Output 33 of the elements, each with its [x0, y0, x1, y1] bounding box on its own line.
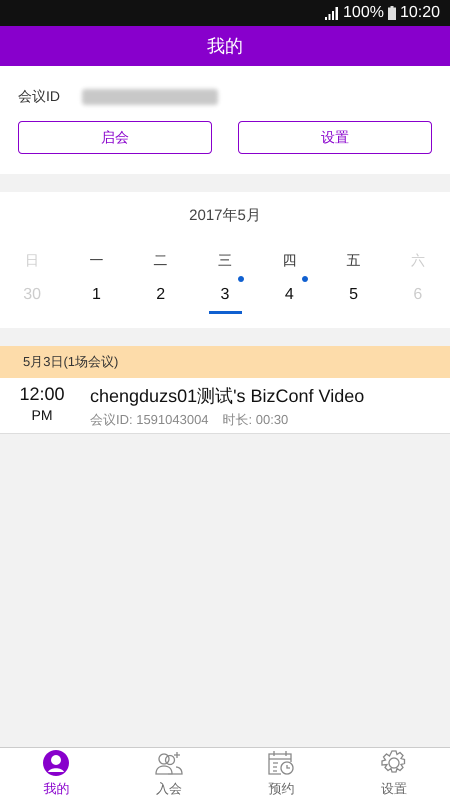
- weekday-label: 一: [88, 251, 104, 270]
- meeting-id: 会议ID: 1591043004: [90, 411, 209, 429]
- signal-icon: [325, 6, 340, 20]
- outline-button[interactable]: 设置: [238, 121, 432, 154]
- calendar-day[interactable]: 5: [321, 276, 386, 320]
- outline-button[interactable]: 启会: [18, 121, 212, 154]
- tab[interactable]: 设置: [338, 748, 450, 800]
- calendar-day[interactable]: 4: [257, 276, 322, 320]
- tab[interactable]: 预约: [225, 748, 338, 800]
- calendar-day[interactable]: 1: [64, 276, 129, 320]
- battery-percent: 100%: [343, 4, 384, 22]
- person-icon: [43, 750, 70, 776]
- calendar-day[interactable]: 2: [128, 276, 193, 320]
- calendar-clock-icon: [267, 750, 296, 776]
- meeting-time: 12:00: [19, 384, 65, 405]
- meeting-id-label: 会议ID: [18, 88, 60, 106]
- weekday-label: 四: [281, 251, 298, 270]
- tab[interactable]: 入会: [112, 748, 225, 800]
- meeting-duration: 时长: 00:30: [222, 411, 288, 429]
- meeting-row[interactable]: 12:00 PM chengduzs01测试's BizConf Video 会议ID: 1591043004 时长: 00:30: [0, 378, 450, 434]
- page-title: 我的: [0, 26, 450, 66]
- day-header: 5月3日(1场会议): [0, 346, 450, 378]
- weekday-label: 三: [216, 251, 233, 270]
- weekday-label: 五: [346, 251, 362, 270]
- tab[interactable]: 我的: [0, 748, 112, 800]
- month-title: 2017年5月: [188, 206, 262, 226]
- add-people-icon: [154, 750, 183, 776]
- calendar-day[interactable]: 3: [192, 276, 258, 320]
- meeting-ampm: PM: [32, 407, 52, 423]
- battery-icon: [388, 6, 396, 20]
- clock: 10:20: [400, 4, 440, 22]
- meeting-title: chengduzs01测试's BizConf Video: [90, 385, 364, 408]
- weekday-label: 二: [152, 251, 169, 270]
